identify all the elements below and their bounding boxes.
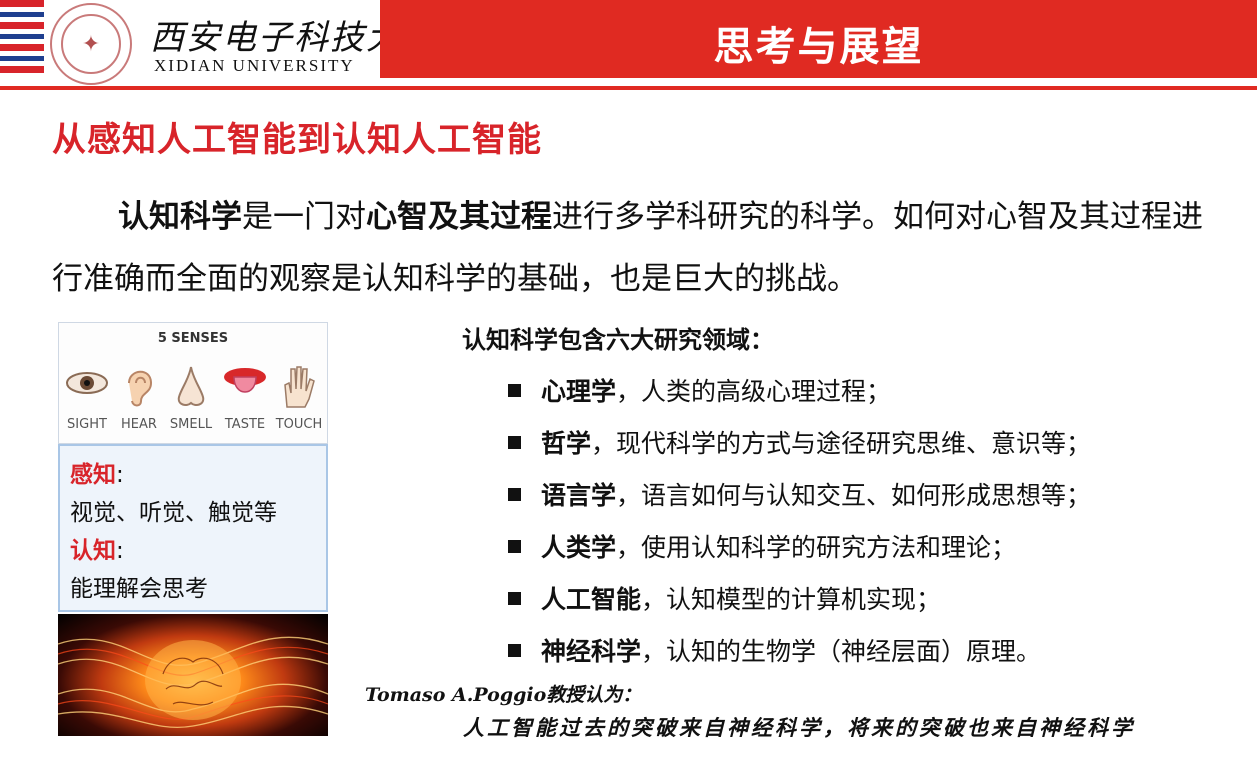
- list-item: 心理学，人类的高级心理过程；: [508, 366, 1091, 418]
- quote-text: 人工智能过去的突破来自神经科学，将来的突破也来自神经科学: [463, 715, 1135, 740]
- senses-title: 5 SENSES: [157, 331, 229, 346]
- intro-paragraph: 认知科学是一门对心智及其过程进行多学科研究的科学。如何对心智及其过程进行准确而全…: [52, 186, 1232, 310]
- slide-subtitle: 从感知人工智能到认知人工智能: [52, 120, 542, 160]
- slide-title: 思考与展望: [713, 24, 924, 70]
- sense-label: TOUCH: [275, 417, 323, 432]
- perception-cognition-box: 感知: 视觉、听觉、触觉等 认知: 能理解会思考: [58, 444, 328, 612]
- term-mind-process: 心智及其过程: [366, 199, 552, 235]
- term-cognitive-science: 认知科学: [118, 199, 242, 235]
- list-item: 人类学，使用认知科学的研究方法和理论；: [508, 522, 1091, 574]
- sense-label: SIGHT: [67, 417, 107, 432]
- cognition-description: 能理解会思考: [70, 576, 208, 602]
- sense-sight: SIGHT: [63, 363, 111, 432]
- sense-taste: TASTE: [221, 363, 269, 432]
- quote-author: Tomaso A.Poggio教授认为：: [365, 684, 642, 706]
- square-bullet-icon: [508, 643, 521, 657]
- header-stripes: [0, 0, 44, 92]
- eye-icon: [63, 363, 111, 411]
- brain-illustration: [58, 614, 328, 736]
- university-seal-logo: ✦: [50, 3, 132, 85]
- square-bullet-icon: [508, 539, 521, 553]
- university-name-en: XIDIAN UNIVERSITY: [154, 56, 355, 75]
- sense-label: HEAR: [121, 417, 157, 432]
- sense-hear: HEAR: [115, 363, 163, 432]
- intro-text-1: 是一门对: [242, 199, 366, 235]
- nose-icon: [167, 363, 215, 411]
- tongue-icon: [221, 363, 269, 411]
- list-item: 哲学，现代科学的方式与途径研究思维、意识等；: [508, 418, 1091, 470]
- five-senses-image: 5 SENSES SIGHT HEAR SMELL TASTE TOUCH: [58, 322, 328, 444]
- fields-list: 心理学，人类的高级心理过程； 哲学，现代科学的方式与途径研究思维、意识等； 语言…: [508, 366, 1091, 678]
- list-item: 语言学，语言如何与认知交互、如何形成思想等；: [508, 470, 1091, 522]
- sense-smell: SMELL: [167, 363, 215, 432]
- list-item: 人工智能，认知模型的计算机实现；: [508, 574, 1091, 626]
- square-bullet-icon: [508, 487, 521, 501]
- square-bullet-icon: [508, 591, 521, 605]
- fields-title: 认知科学包含六大研究领域：: [462, 326, 774, 354]
- perception-description: 视觉、听觉、触觉等: [70, 500, 277, 526]
- ear-icon: [115, 363, 163, 411]
- square-bullet-icon: [508, 435, 521, 449]
- list-item: 神经科学，认知的生物学（神经层面）原理。: [508, 626, 1091, 678]
- hand-icon: [275, 363, 323, 411]
- perception-heading: 感知:: [70, 462, 124, 488]
- header-divider: [0, 86, 1257, 90]
- cognition-heading: 认知:: [70, 538, 124, 564]
- sense-touch: TOUCH: [275, 363, 323, 432]
- sense-label: SMELL: [169, 417, 213, 432]
- square-bullet-icon: [508, 383, 521, 397]
- sense-label: TASTE: [224, 417, 266, 432]
- header-bar: 思考与展望: [380, 0, 1257, 78]
